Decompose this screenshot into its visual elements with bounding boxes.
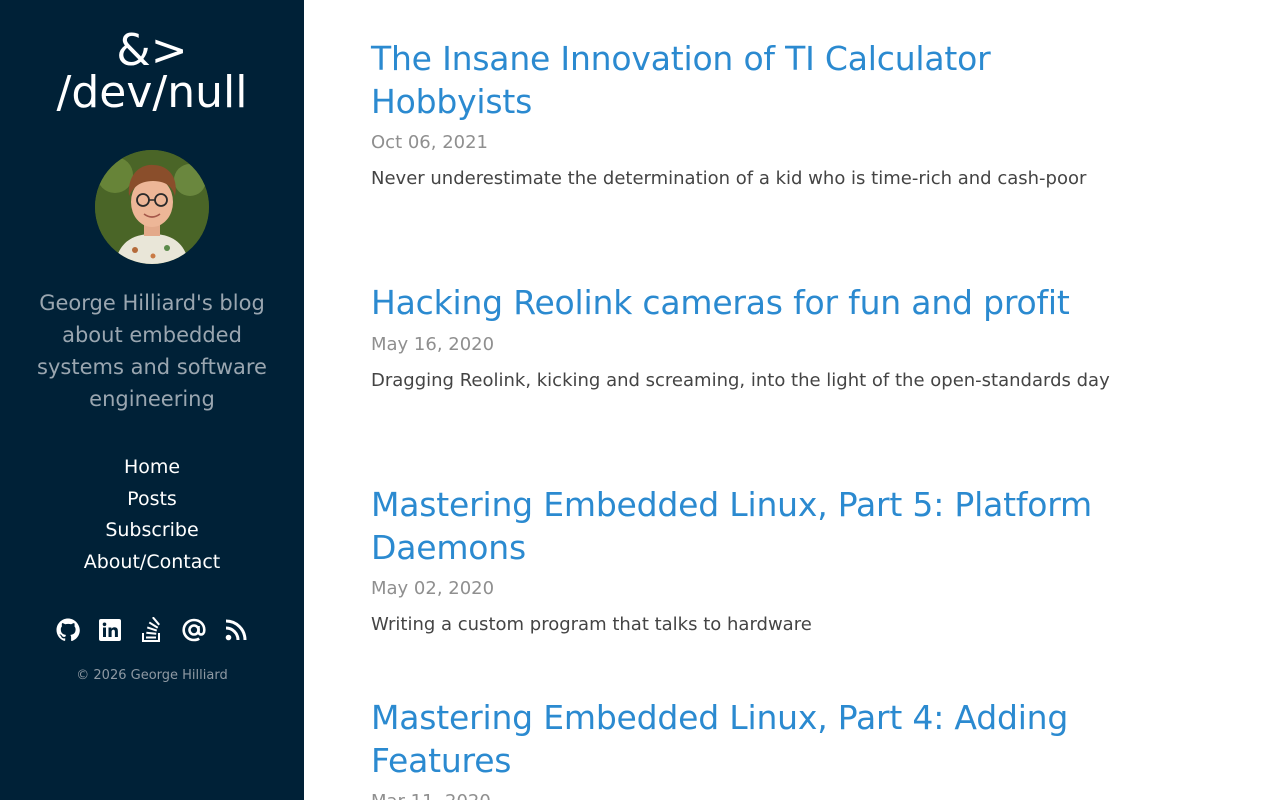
nav-about-contact[interactable]: About/Contact [0, 547, 304, 579]
email-icon[interactable] [181, 616, 207, 644]
nav-posts[interactable]: Posts [0, 484, 304, 516]
post-date: Oct 06, 2021 [371, 132, 488, 153]
avatar [95, 150, 209, 264]
post-date: May 02, 2020 [371, 578, 495, 599]
avatar-portrait [95, 150, 209, 264]
sidebar-nav: Home Posts Subscribe About/Contact [0, 452, 304, 579]
post-description: Never underestimate the determination of… [371, 168, 1087, 189]
post-date: Mar 11, 2020 [371, 790, 1141, 800]
post-title-link[interactable]: Mastering Embedded Linux, Part 5: Platfo… [371, 484, 1141, 569]
post-item: Hacking Reolink cameras for fun and prof… [371, 282, 1141, 397]
post-date: May 16, 2020 [371, 333, 495, 355]
sidebar: &> /dev/null George Hilliard's blog abou… [0, 0, 304, 800]
nav-subscribe[interactable]: Subscribe [0, 515, 304, 547]
rss-icon[interactable] [223, 616, 249, 644]
post-title-link[interactable]: Mastering Embedded Linux, Part 4: Adding… [371, 697, 1141, 782]
site-title-link[interactable]: &> /dev/null [0, 29, 304, 115]
copyright: © 2026 George Hilliard [76, 668, 228, 683]
post-title-link[interactable]: The Insane Innovation of TI Calculator H… [371, 38, 1141, 123]
page: &> /dev/null George Hilliard's blog abou… [0, 0, 1280, 800]
post-item: Mastering Embedded Linux, Part 4: Adding… [371, 697, 1141, 800]
site-title-line2: /dev/null [56, 67, 248, 118]
linkedin-icon[interactable] [97, 616, 123, 644]
post-description: Dragging Reolink, kicking and screaming,… [371, 369, 1110, 391]
social-links [0, 616, 304, 644]
github-icon[interactable] [55, 616, 81, 644]
tagline: George Hilliard's blog about embedded sy… [37, 291, 267, 411]
stackoverflow-icon[interactable] [139, 616, 165, 644]
post-title-link[interactable]: Hacking Reolink cameras for fun and prof… [371, 282, 1141, 325]
nav-home[interactable]: Home [0, 452, 304, 484]
post-description: Writing a custom program that talks to h… [371, 614, 812, 635]
post-item: The Insane Innovation of TI Calculator H… [371, 38, 1141, 195]
post-item: Mastering Embedded Linux, Part 5: Platfo… [371, 484, 1141, 641]
